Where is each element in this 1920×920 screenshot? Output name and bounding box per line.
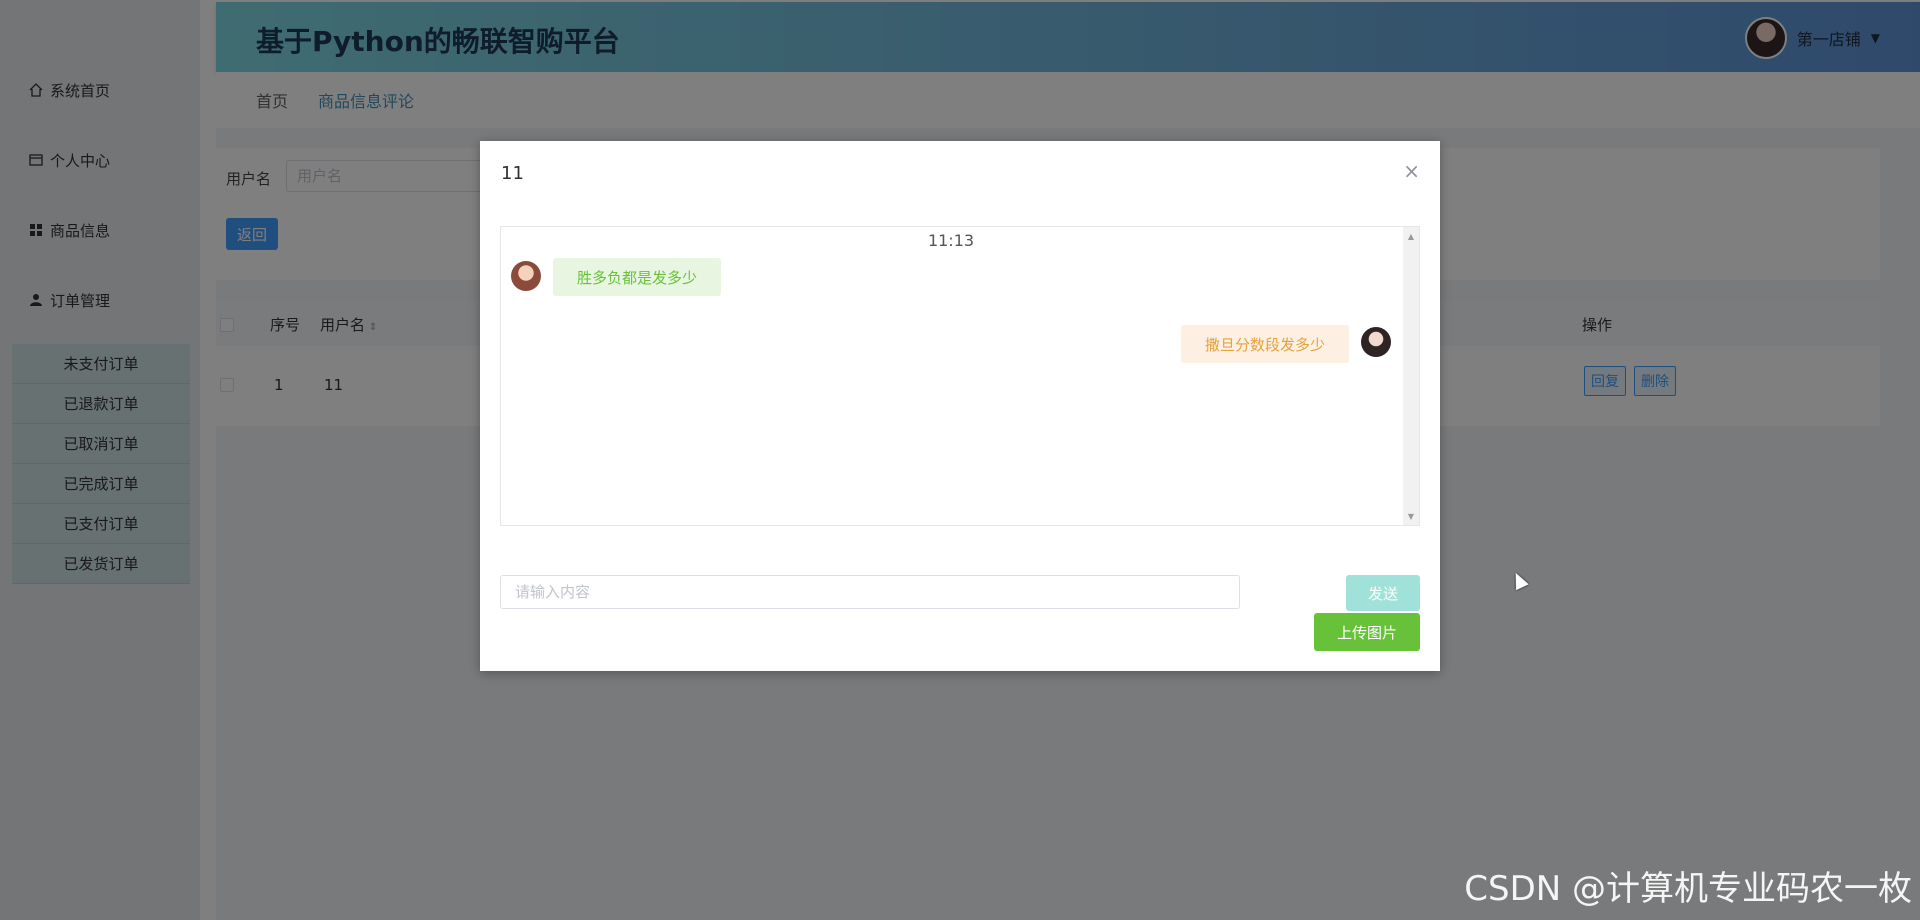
- close-icon[interactable]: ×: [1403, 159, 1420, 183]
- dialog-title: 11: [501, 163, 524, 184]
- scroll-up-icon[interactable]: ▲: [1403, 229, 1419, 243]
- avatar: [1361, 327, 1391, 357]
- chat-message-left: 胜多负都是发多少: [553, 258, 722, 296]
- upload-image-button[interactable]: 上传图片: [1314, 613, 1420, 651]
- scrollbar[interactable]: ▲ ▼: [1403, 227, 1419, 525]
- chat-timestamp: 11:13: [927, 231, 975, 250]
- message-input[interactable]: [500, 575, 1240, 609]
- scroll-down-icon[interactable]: ▼: [1403, 509, 1419, 523]
- avatar: [511, 261, 541, 291]
- watermark: CSDN @计算机专业码农一枚: [1464, 869, 1912, 909]
- chat-message-area[interactable]: 11:13 胜多负都是发多少 撒旦分数段发多少 ▲ ▼: [500, 226, 1420, 526]
- send-button[interactable]: 发送: [1346, 575, 1420, 611]
- chat-message-right: 撒旦分数段发多少: [1180, 325, 1349, 363]
- chat-dialog: 11 × 11:13 胜多负都是发多少 撒旦分数段发多少 ▲ ▼ 发送 上传图片: [480, 141, 1440, 671]
